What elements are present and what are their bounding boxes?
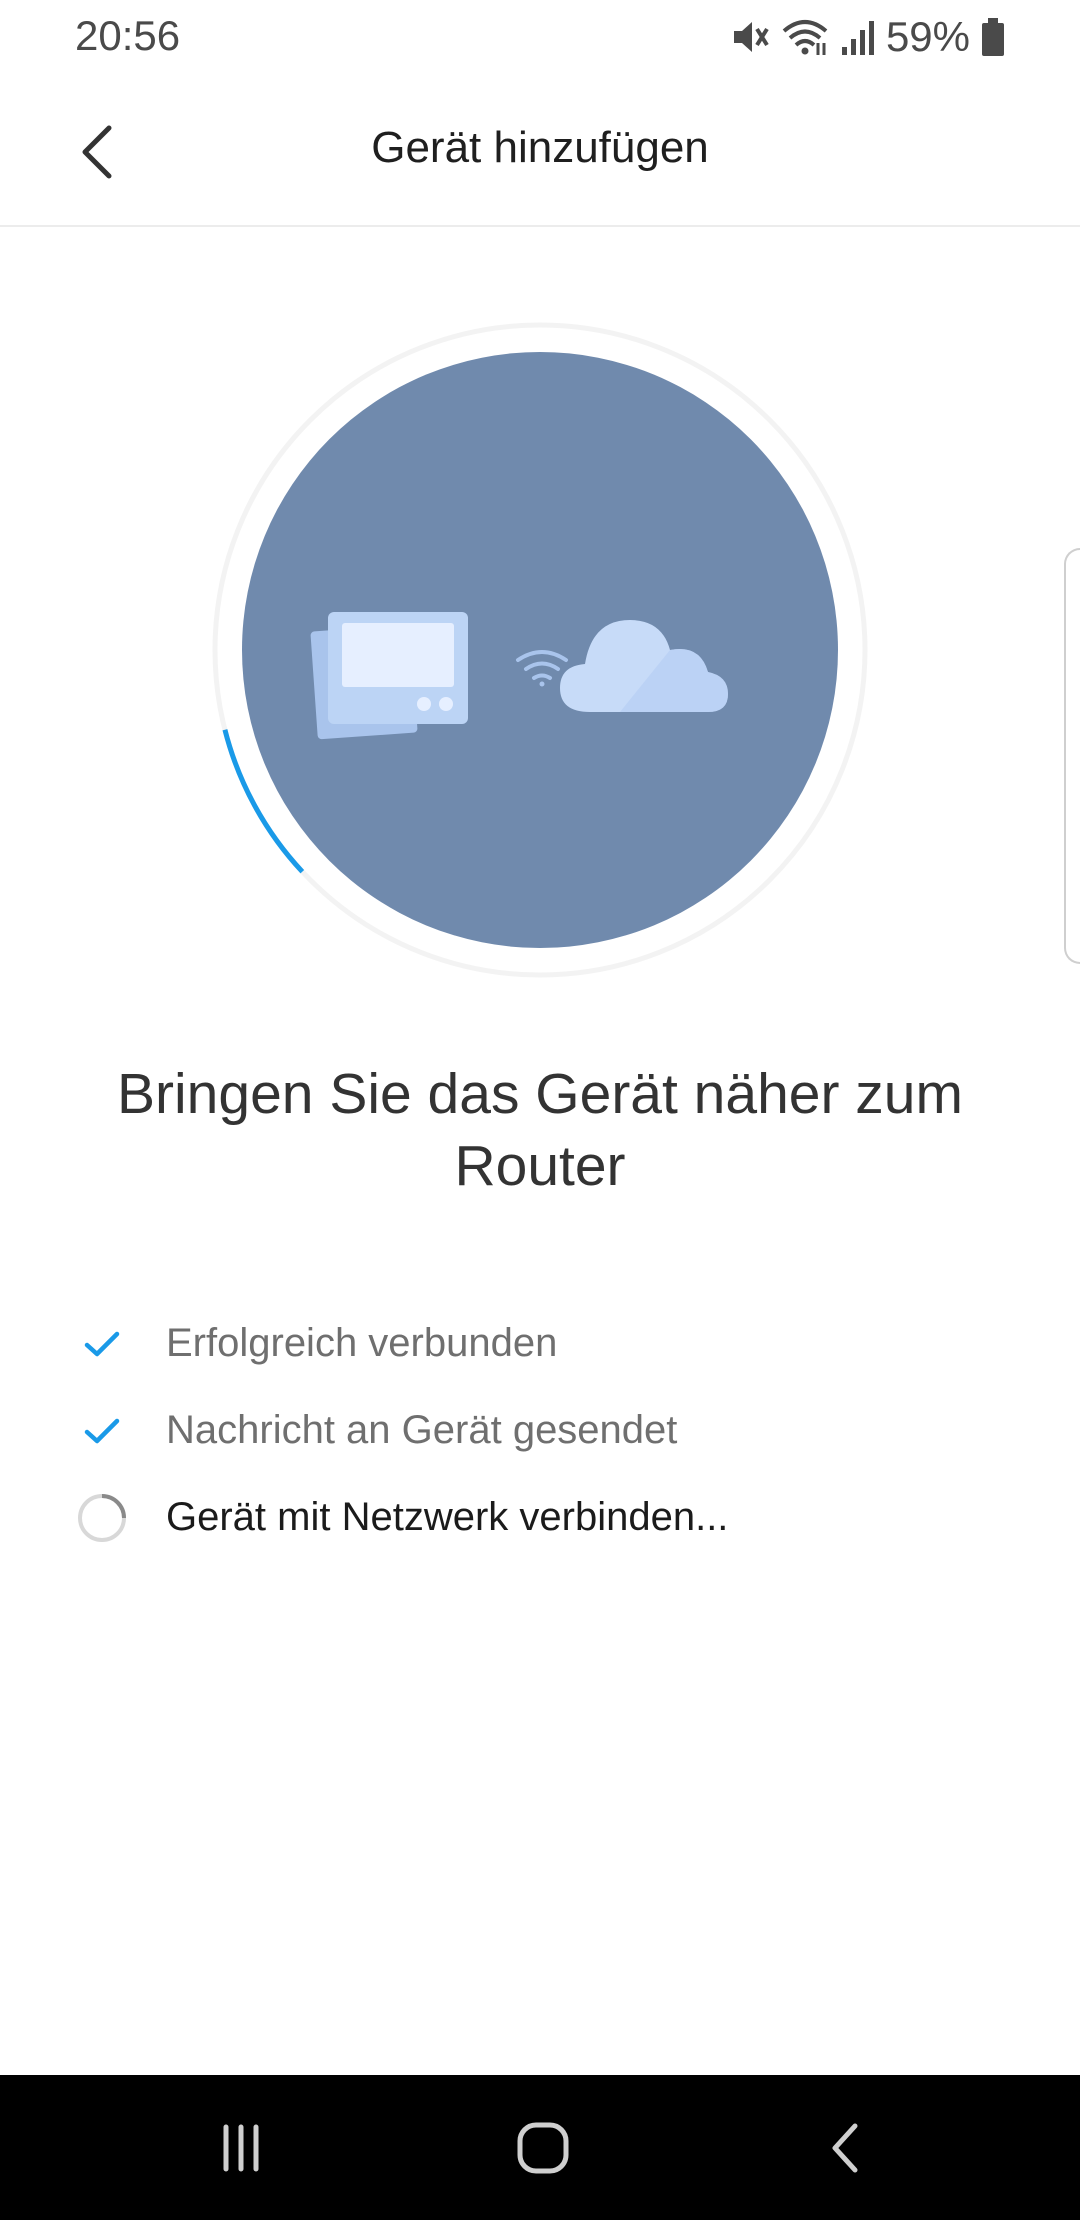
recent-apps-button[interactable] [196, 2115, 286, 2181]
battery-icon [982, 18, 1004, 56]
status-icons: 59% [730, 12, 1006, 62]
step-label: Nachricht an Gerät gesendet [166, 1408, 678, 1452]
step-connected: Erfolgreich verbunden [76, 1300, 1016, 1387]
system-navigation-bar [0, 2075, 1080, 2220]
progress-steps: Erfolgreich verbunden Nachricht an Gerät… [76, 1300, 1016, 1561]
battery-percent: 59% [885, 13, 970, 60]
nav-back-button[interactable] [800, 2115, 890, 2181]
step-connecting-network: Gerät mit Netzwerk verbinden... [76, 1474, 1016, 1561]
checkmark-icon [76, 1405, 128, 1457]
status-bar: 20:56 59% [0, 0, 1080, 75]
status-time: 20:56 [75, 12, 181, 59]
instruction-message: Bringen Sie das Gerät näher zum Router [117, 1062, 963, 1198]
recent-apps-icon [223, 2124, 259, 2172]
mute-icon [733, 22, 769, 52]
wifi-icon [782, 20, 828, 55]
page-title: Gerät hinzufügen [371, 123, 709, 172]
app-bar: Gerät hinzufügen [0, 75, 1080, 227]
step-label: Erfolgreich verbunden [166, 1321, 558, 1365]
back-arrow-icon [832, 2123, 858, 2173]
checkmark-icon [76, 1318, 128, 1370]
loading-spinner-icon [76, 1492, 128, 1544]
home-icon [517, 2122, 569, 2174]
step-label: Gerät mit Netzwerk verbinden... [166, 1495, 729, 1539]
add-device-screen: 20:56 59% Gerät hinzufügen Bringen Sie d… [0, 0, 1080, 2220]
connection-illustration [212, 322, 868, 978]
signal-icon [841, 21, 874, 55]
home-button[interactable] [498, 2115, 588, 2181]
device-icon [310, 612, 468, 740]
step-message-sent: Nachricht an Gerät gesendet [76, 1387, 1016, 1474]
edge-panel-handle[interactable] [1064, 548, 1080, 964]
